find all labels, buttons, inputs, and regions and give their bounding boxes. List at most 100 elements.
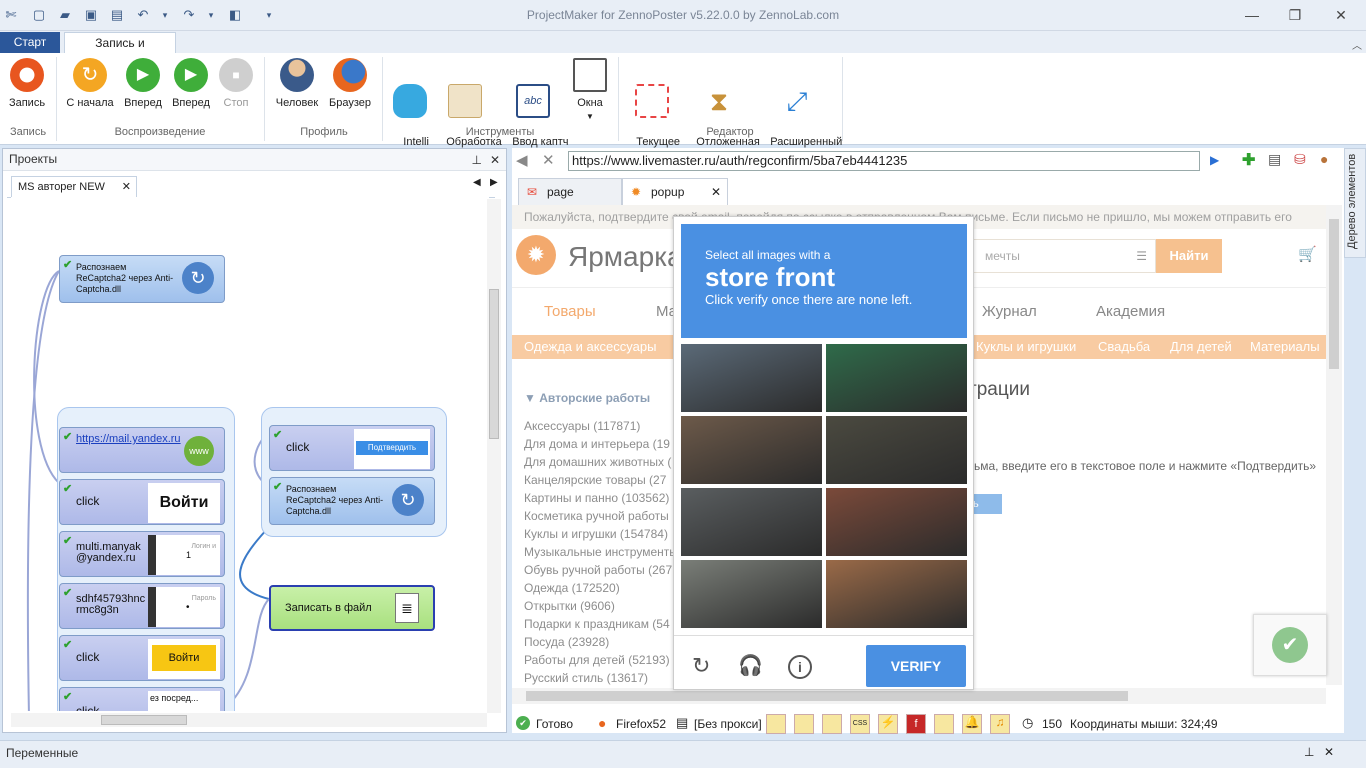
add-icon[interactable]: ✚ [1242, 150, 1255, 170]
go-icon[interactable]: ▶ [1210, 153, 1219, 167]
captcha-tile[interactable] [681, 344, 822, 412]
page-scrollbar[interactable] [1326, 205, 1342, 685]
element-tree-side-tab[interactable]: Дерево элементов [1344, 148, 1366, 258]
page-hscrollbar[interactable] [512, 688, 1326, 704]
maximize-icon[interactable]: ❐ [1281, 4, 1309, 26]
play-button[interactable]: ▶ Вперед [121, 58, 165, 110]
plugins-toggle-icon[interactable]: ⚡ [878, 714, 898, 734]
popups-toggle-icon[interactable] [822, 714, 842, 734]
sound-toggle-icon[interactable]: ♫ [990, 714, 1010, 734]
categories-header[interactable]: ▼ Авторские работы [524, 391, 650, 405]
subnav-toys[interactable]: Куклы и игрушки [976, 339, 1076, 354]
stop-load-icon[interactable]: ✕ [542, 151, 555, 169]
nav-academy[interactable]: Академия [1096, 303, 1165, 320]
captcha-tile[interactable] [826, 560, 967, 628]
node-click-confirm[interactable]: ✔ click Подтвердить [269, 425, 435, 471]
page-hscrollbar-thumb[interactable] [526, 691, 1128, 701]
close-tab-icon[interactable]: ✕ [122, 177, 131, 197]
database-icon[interactable]: ⛁ [1294, 151, 1306, 168]
info-icon[interactable]: i [788, 655, 812, 679]
category-item[interactable]: Аксессуары (117871) [524, 417, 684, 435]
close-panel-icon[interactable]: ✕ [490, 150, 500, 170]
category-item[interactable]: Куклы и игрушки (154784) [524, 525, 684, 543]
close-panel-icon[interactable]: ✕ [1324, 745, 1334, 759]
play-step-button[interactable]: ▶ Вперед [169, 58, 213, 110]
category-item[interactable]: Картины и панно (103562) [524, 489, 684, 507]
css-toggle-icon[interactable]: CSS [850, 714, 870, 734]
cart-icon[interactable]: 🛒 [1298, 245, 1317, 263]
recaptcha-badge[interactable]: ✔ [1253, 614, 1327, 676]
browser-button[interactable]: Браузер [326, 58, 374, 110]
flash-toggle-icon[interactable]: f [906, 714, 926, 734]
restart-button[interactable]: ↻ С начала [62, 58, 118, 110]
node-captcha-1[interactable]: ✔ Распознаем ReCaptcha2 через Anti- Capt… [59, 255, 225, 303]
person-button[interactable]: Человек [272, 58, 322, 110]
subnav-clothing[interactable]: Одежда и аксессуары [524, 339, 656, 354]
node-click-yellow[interactable]: ✔ click Войти [59, 635, 225, 681]
node-captcha-2[interactable]: ✔ Распознаем ReCaptcha2 через Anti- Capt… [269, 477, 435, 525]
audio-icon[interactable]: 🎧 [738, 653, 763, 678]
node-write-file[interactable]: Записать в файл ≣ [269, 585, 435, 631]
back-icon[interactable]: ◀ [516, 151, 528, 169]
record-button[interactable]: Запись [4, 58, 50, 110]
horizontal-scrollbar[interactable] [11, 713, 487, 727]
close-tab-icon[interactable]: ✕ [711, 179, 721, 205]
search-button[interactable]: Найти [1156, 239, 1222, 273]
node-click-last[interactable]: ✔ click ез посред... [59, 687, 225, 711]
category-item[interactable]: Подарки к праздникам (54 [524, 615, 684, 633]
category-item[interactable]: Для домашних животных ( [524, 453, 684, 471]
cookie-icon[interactable]: ● [1320, 151, 1328, 167]
captcha-tile[interactable] [826, 344, 967, 412]
tab-page[interactable]: ✉ page [518, 178, 622, 205]
project-tab[interactable]: MS автореr NEW ✕ [11, 176, 137, 197]
category-item[interactable]: Для дома и интерьера (19 [524, 435, 684, 453]
captcha-tile[interactable] [826, 416, 967, 484]
captcha-tile[interactable] [826, 488, 967, 556]
subnav-wedding[interactable]: Свадьба [1098, 339, 1150, 354]
node-type-email[interactable]: ✔ multi.manyak @yandex.ru Логин и 1 [59, 531, 225, 577]
category-item[interactable]: Косметика ручной работы [524, 507, 684, 525]
subnav-kids[interactable]: Для детей [1170, 339, 1232, 354]
collapse-ribbon-icon[interactable]: ︿ [1352, 37, 1362, 52]
close-window-icon[interactable]: ✕ [1327, 4, 1355, 26]
windows-button[interactable]: Окна ▼ [570, 58, 610, 123]
captcha-tile[interactable] [681, 416, 822, 484]
url-input[interactable]: https://www.livemaster.ru/auth/regconfir… [568, 151, 1200, 171]
minimize-icon[interactable]: — [1238, 4, 1266, 26]
category-item[interactable]: Работы для детей (52193) [524, 651, 684, 669]
tab-scroll-left-icon[interactable]: ◀ [473, 177, 481, 188]
pin-icon[interactable]: ⊥ [472, 150, 482, 170]
tab-start[interactable]: Старт [0, 32, 60, 53]
reload-icon[interactable]: ↻ [692, 653, 710, 679]
images-toggle-icon[interactable] [766, 714, 786, 734]
nav-journal[interactable]: Журнал [982, 303, 1037, 320]
notifications-toggle-icon[interactable]: 🔔 [962, 714, 982, 734]
category-item[interactable]: Одежда (172520) [524, 579, 684, 597]
project-canvas[interactable]: ✔ Распознаем ReCaptcha2 через Anti- Capt… [11, 197, 489, 711]
variables-panel-bar[interactable]: Переменные ⊥ ✕ [0, 740, 1366, 768]
tab-popup[interactable]: ✹ popup ✕ [622, 178, 728, 205]
horizontal-scrollbar-thumb[interactable] [101, 715, 187, 725]
tab-scroll-right-icon[interactable]: ▶ [490, 177, 498, 188]
category-item[interactable]: Канцелярские товары (27 [524, 471, 684, 489]
nav-goods[interactable]: Товары [544, 303, 596, 320]
verify-button[interactable]: VERIFY [866, 645, 966, 687]
node-click-login[interactable]: ✔ click Войти [59, 479, 225, 525]
pin-icon[interactable]: ⊥ [1304, 745, 1314, 759]
tab-record-debug[interactable]: Запись и отладка [64, 32, 176, 70]
list-icon[interactable]: ▤ [1268, 151, 1281, 168]
frames-toggle-icon[interactable] [794, 714, 814, 734]
page-scrollbar-thumb[interactable] [1329, 219, 1339, 369]
vertical-scrollbar-thumb[interactable] [489, 289, 499, 439]
status-proxy[interactable]: [Без прокси] [694, 717, 762, 731]
stop-button[interactable]: ■ Стоп [216, 58, 256, 110]
media-toggle-icon[interactable] [934, 714, 954, 734]
category-item[interactable]: Открытки (9606) [524, 597, 684, 615]
captcha-tile[interactable] [681, 488, 822, 556]
site-search-input[interactable]: мечты ☰ [970, 239, 1156, 273]
node-open-url[interactable]: ✔ https://mail.yandex.ru www [59, 427, 225, 473]
subnav-materials[interactable]: Материалы [1250, 339, 1320, 354]
vertical-scrollbar[interactable] [487, 199, 501, 713]
node-type-password[interactable]: ✔ sdhf45793hnc rmc8g3n Пароль • [59, 583, 225, 629]
category-item[interactable]: Музыкальные инструменты [524, 543, 684, 561]
